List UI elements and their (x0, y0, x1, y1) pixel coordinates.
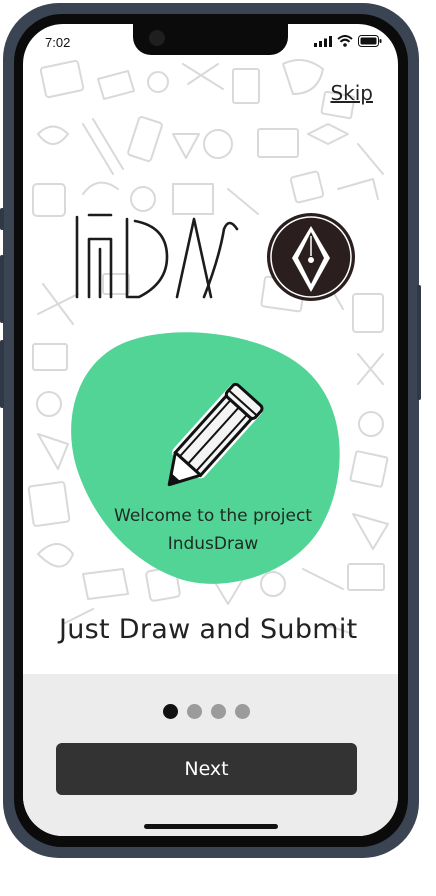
pen-nib-icon (267, 213, 355, 301)
pagination-dot-2[interactable] (187, 704, 202, 719)
next-button[interactable]: Next (56, 743, 357, 795)
pagination-dot-3[interactable] (211, 704, 226, 719)
headline: Just Draw and Submit (59, 614, 358, 645)
status-icons (314, 35, 382, 47)
pagination-dots (163, 704, 250, 719)
indusdraw-wordmark (75, 213, 239, 299)
battery-icon (358, 35, 382, 47)
home-indicator[interactable] (144, 824, 278, 829)
pagination-dot-4[interactable] (235, 704, 250, 719)
front-camera (149, 30, 165, 46)
welcome-line-2: IndusDraw (167, 534, 259, 554)
phone-screen: 7:02 Skip Welcome to the project IndusDr… (23, 24, 398, 836)
status-time: 7:02 (45, 35, 71, 50)
side-button-volume-up (0, 255, 4, 323)
pagination-dot-1[interactable] (163, 704, 178, 719)
bottom-panel: Next (23, 674, 398, 836)
notch (133, 24, 288, 55)
side-button-volume-down (0, 340, 4, 408)
welcome-line-1: Welcome to the project (114, 506, 312, 526)
wifi-icon (337, 35, 353, 47)
pencil-icon (167, 382, 264, 487)
skip-link[interactable]: Skip (330, 81, 373, 105)
side-button-mute (0, 208, 4, 230)
welcome-text: Welcome to the project IndusDraw (93, 502, 333, 558)
signal-icon (314, 35, 332, 47)
side-button-power (417, 285, 421, 400)
